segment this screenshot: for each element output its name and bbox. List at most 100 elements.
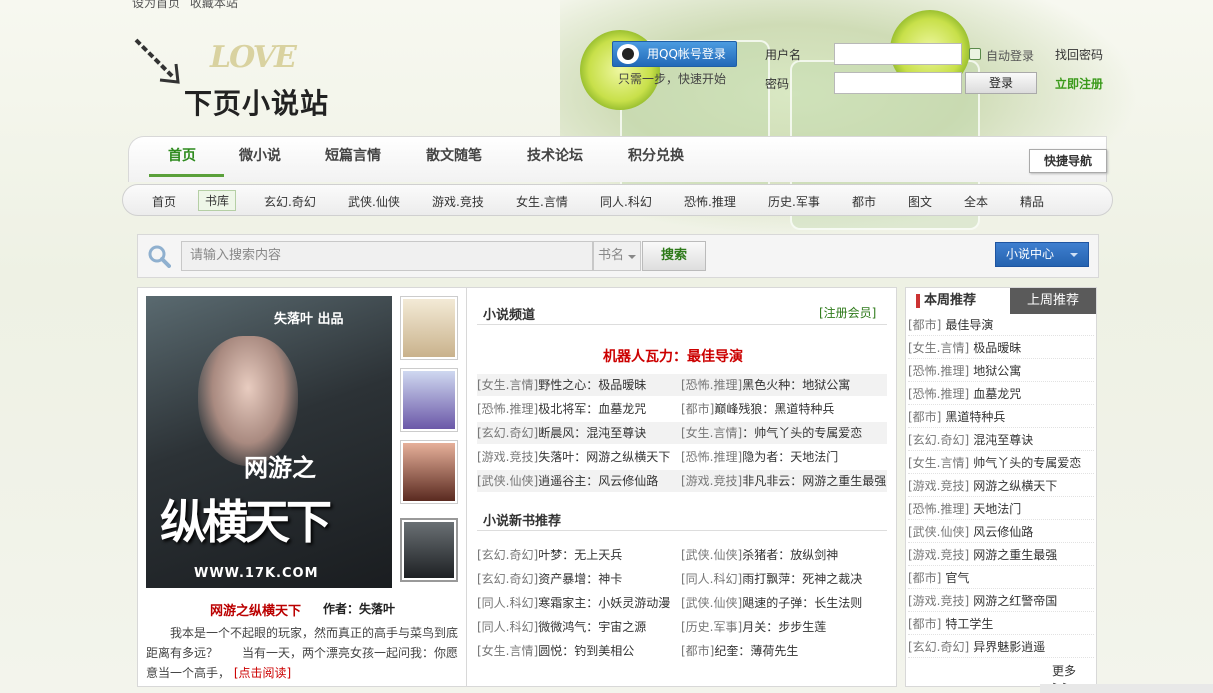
category-label[interactable]: [女生.言情] (477, 644, 538, 658)
cat-graphic[interactable]: 图文 (908, 193, 932, 210)
category-label[interactable]: [恐怖.推理] (681, 378, 742, 392)
book-title-link[interactable]: 地狱公寓 (973, 364, 1021, 378)
list-item[interactable]: [同人.科幻]微微鸿气：宇宙之源 (477, 616, 681, 638)
list-item[interactable]: [游戏.竞技] 网游之红警帝国 (908, 590, 1094, 612)
category-label[interactable]: [游戏.竞技] (908, 548, 969, 562)
search-input[interactable]: 请输入搜索内容 (181, 241, 593, 271)
list-item[interactable]: [恐怖.推理] 天地法门 (908, 498, 1094, 520)
list-item[interactable]: [恐怖.推理] 血墓龙咒 (908, 383, 1094, 405)
category-label[interactable]: [同人.科幻] (477, 620, 538, 634)
book-title-link[interactable]: 巅峰残狼：黑道特种兵 (714, 402, 834, 416)
category-label[interactable]: [恐怖.推理] (477, 402, 538, 416)
category-label[interactable]: [都市] (681, 644, 714, 658)
category-label[interactable]: [武侠.仙侠] (681, 548, 742, 562)
list-item[interactable]: [玄幻.奇幻] 异界魅影逍遥 (908, 636, 1094, 658)
category-label[interactable]: [都市] (908, 318, 941, 332)
category-label[interactable]: [武侠.仙侠] (681, 596, 742, 610)
book-thumbnail[interactable] (400, 296, 458, 360)
book-thumbnail[interactable] (400, 368, 458, 432)
book-title-link[interactable]: 寒霜家主：小妖灵游动漫 (538, 596, 670, 610)
nav-micro-novel[interactable]: 微小说 (239, 145, 281, 165)
list-item[interactable]: [同人.科幻]寒霜家主：小妖灵游动漫 (477, 592, 681, 614)
book-title-link[interactable]: 纪奎：薄荷先生 (714, 644, 798, 658)
book-title-link[interactable]: 混沌至尊诀 (973, 433, 1033, 447)
book-title-link[interactable]: 异界魅影逍遥 (973, 640, 1045, 654)
featured-book-cover[interactable]: 失落叶 出品 网游之 纵横天下 WWW.17K.COM (146, 296, 392, 588)
category-label[interactable]: [女生.言情] (681, 426, 742, 440)
list-item[interactable]: [都市]巅峰残狼：黑道特种兵 (681, 398, 887, 420)
cat-wuxia[interactable]: 武侠.仙侠 (348, 193, 400, 210)
set-homepage-link[interactable]: 设为首页 (132, 0, 180, 10)
category-label[interactable]: [恐怖.推理] (908, 364, 969, 378)
nav-home[interactable]: 首页 (168, 145, 196, 165)
tab-this-week[interactable]: 本周推荐 (906, 288, 1010, 314)
site-logo[interactable]: LOVE 下页小说站 (130, 32, 350, 122)
list-item[interactable]: [武侠.仙侠]飓速的子弹：长生法则 (681, 592, 887, 614)
list-item[interactable]: [都市] 黑道特种兵 (908, 406, 1094, 428)
category-label[interactable]: [恐怖.推理] (908, 387, 969, 401)
cat-premium[interactable]: 精品 (1020, 193, 1044, 210)
book-title-link[interactable]: 微微鸿气：宇宙之源 (538, 620, 646, 634)
category-label[interactable]: [玄幻.奇幻] (908, 433, 969, 447)
list-item[interactable]: [都市] 最佳导演 (908, 314, 1094, 336)
cat-complete[interactable]: 全本 (964, 193, 988, 210)
tab-last-week[interactable]: 上周推荐 (1010, 288, 1096, 314)
book-title-link[interactable]: 风云修仙路 (973, 525, 1033, 539)
read-link[interactable]: [点击阅读] (234, 666, 291, 680)
cat-urban[interactable]: 都市 (852, 193, 876, 210)
category-label[interactable]: [武侠.仙侠] (477, 474, 538, 488)
category-label[interactable]: [恐怖.推理] (681, 450, 742, 464)
list-item[interactable]: [武侠.仙侠]杀猪者：放纵剑神 (681, 544, 887, 566)
book-title-link[interactable]: 圆悦：钓到美相公 (538, 644, 634, 658)
book-title-link[interactable]: 帅气丫头的专属爱恋 (973, 456, 1081, 470)
book-title-link[interactable]: 黑色火种：地狱公寓 (742, 378, 850, 392)
category-label[interactable]: [都市] (681, 402, 714, 416)
book-title-link[interactable]: 资产暴增：神卡 (538, 572, 622, 586)
list-item[interactable]: [恐怖.推理]隐为者：天地法门 (681, 446, 887, 468)
list-item[interactable]: [游戏.竞技] 网游之纵横天下 (908, 475, 1094, 497)
list-item[interactable]: [玄幻.奇幻] 混沌至尊诀 (908, 429, 1094, 451)
cat-home[interactable]: 首页 (152, 193, 176, 210)
list-item[interactable]: [都市] 官气 (908, 567, 1094, 589)
category-label[interactable]: [都市] (908, 410, 941, 424)
list-item[interactable]: [女生.言情] 极品暧昧 (908, 337, 1094, 359)
list-item[interactable]: [女生.言情]圆悦：钓到美相公 (477, 640, 681, 662)
category-label[interactable]: [游戏.竞技] (908, 594, 969, 608)
category-label[interactable]: [女生.言情] (477, 378, 538, 392)
password-input[interactable] (834, 72, 962, 94)
book-title-link[interactable]: 断晨风：混沌至尊诀 (538, 426, 646, 440)
nav-short-romance[interactable]: 短篇言情 (325, 145, 381, 165)
nav-essays[interactable]: 散文随笔 (426, 145, 482, 165)
category-label[interactable]: [玄幻.奇幻] (477, 572, 538, 586)
list-item[interactable]: [游戏.竞技]非凡非云：网游之重生最强 (681, 470, 887, 492)
book-title-link[interactable]: 失落叶：网游之纵横天下 (538, 450, 670, 464)
list-item[interactable]: [玄幻.奇幻]断晨风：混沌至尊诀 (477, 422, 681, 444)
category-label[interactable]: [同人.科幻] (477, 596, 538, 610)
list-item[interactable]: [玄幻.奇幻]叶梦：无上天兵 (477, 544, 681, 566)
book-title-link[interactable]: 血墓龙咒 (973, 387, 1021, 401)
username-input[interactable] (834, 43, 962, 65)
list-item[interactable]: [游戏.竞技] 网游之重生最强 (908, 544, 1094, 566)
book-title-link[interactable]: 飓速的子弹：长生法则 (742, 596, 862, 610)
category-label[interactable]: [玄幻.奇幻] (908, 640, 969, 654)
book-title-link[interactable]: 最佳导演 (945, 318, 993, 332)
list-item[interactable]: [恐怖.推理] 地狱公寓 (908, 360, 1094, 382)
quick-nav-button[interactable]: 快捷导航 (1029, 149, 1107, 173)
auto-login-checkbox[interactable] (969, 48, 981, 60)
channel-headline[interactable]: 机器人瓦力：最佳导演 (603, 346, 743, 366)
list-item[interactable]: [武侠.仙侠] 风云修仙路 (908, 521, 1094, 543)
category-label[interactable]: [恐怖.推理] (908, 502, 969, 516)
category-label[interactable]: [游戏.竞技] (477, 450, 538, 464)
cat-history[interactable]: 历史.军事 (768, 193, 820, 210)
category-label[interactable]: [玄幻.奇幻] (477, 548, 538, 562)
list-item[interactable]: [玄幻.奇幻]资产暴增：神卡 (477, 568, 681, 590)
list-item[interactable]: [恐怖.推理]黑色火种：地狱公寓 (681, 374, 887, 396)
list-item[interactable]: [都市] 特工学生 (908, 613, 1094, 635)
book-title-link[interactable]: 黑道特种兵 (945, 410, 1005, 424)
category-label[interactable]: [武侠.仙侠] (908, 525, 969, 539)
list-item[interactable]: [同人.科幻]雨打飘萍：死神之裁决 (681, 568, 887, 590)
book-title-link[interactable]: 天地法门 (973, 502, 1021, 516)
category-label[interactable]: [女生.言情] (908, 456, 969, 470)
cat-horror[interactable]: 恐怖.推理 (684, 193, 736, 210)
book-title-link[interactable]: 叶梦：无上天兵 (538, 548, 622, 562)
